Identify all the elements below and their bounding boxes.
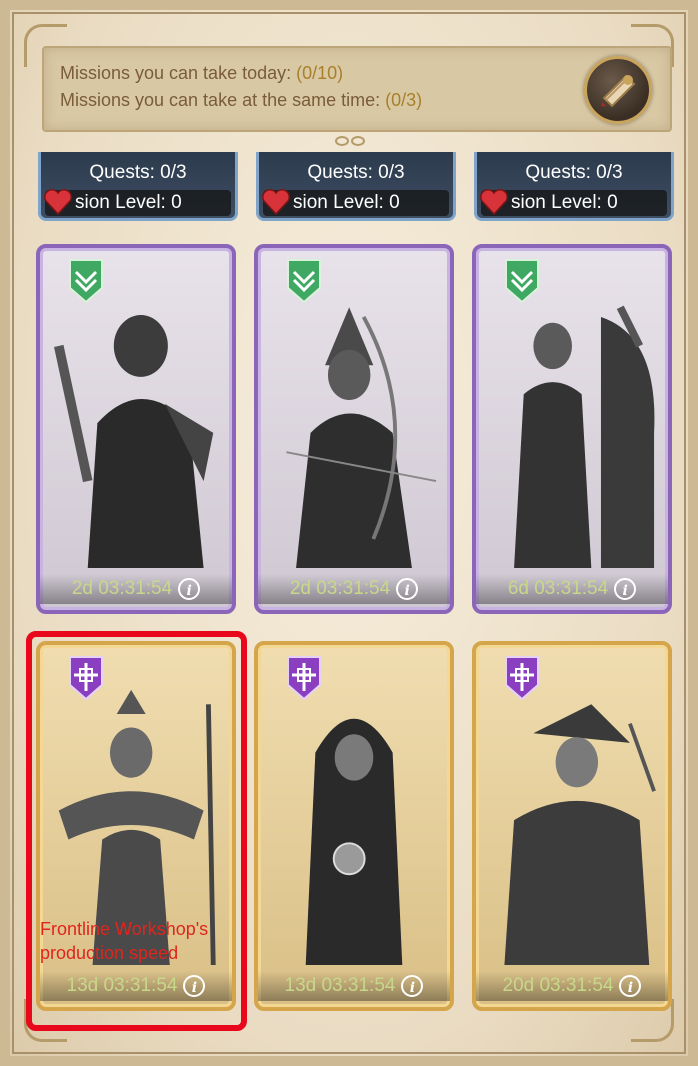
hero-card-archer[interactable]: 2d 03:31:54 i [254,244,454,614]
hero-portrait [264,685,444,965]
missions-today-count: (0/10) [296,63,344,83]
hero-card-ranger[interactable]: 20d 03:31:54 i [472,641,672,1011]
chevron-badge-icon [505,259,539,304]
missions-today-text: Missions you can take today: (0/10) [60,63,344,83]
hero-timer: 2d 03:31:54 i [258,574,450,604]
heart-icon [262,189,290,216]
hero-portrait [46,288,226,568]
chevron-badge-icon [287,259,321,304]
hero-timer: 20d 03:31:54 i [476,971,668,1001]
hero-portrait [482,288,662,568]
info-icon[interactable]: i [619,975,642,997]
chevron-badge-icon [69,259,103,304]
quests-count: Quests: 0/3 [307,162,405,183]
info-icon[interactable]: i [183,975,206,997]
scroll-icon[interactable] [584,56,652,124]
hero-timer: 13d 03:31:54 i [258,971,450,1001]
info-icon[interactable]: i [614,578,637,600]
info-icon[interactable]: i [401,975,424,997]
partial-hero-card[interactable]: Quests: 0/3 sion Level: 0 [256,152,456,221]
partial-hero-card[interactable]: Quests: 0/3 sion Level: 0 [38,152,238,221]
quests-count: Quests: 0/3 [89,162,187,183]
cross-badge-icon [69,656,103,701]
missions-same-time-text: Missions you can take at the same time: … [60,90,423,110]
hero-timer: 13d 03:31:54 i [40,971,232,1001]
buff-tooltip-text: Frontline Workshop's production speed [40,919,209,963]
cross-badge-icon [505,656,539,701]
missions-same-time-count: (0/3) [385,90,423,110]
hero-portrait [482,685,662,965]
partial-hero-card[interactable]: Quests: 0/3 sion Level: 0 [474,152,674,221]
hero-timer: 6d 03:31:54 i [476,574,668,604]
hero-card-knight[interactable]: 6d 03:31:54 i [472,244,672,614]
heart-icon [480,189,508,216]
info-icon[interactable]: i [178,578,201,600]
hero-card-warrior[interactable]: 2d 03:31:54 i [36,244,236,614]
mission-limits-panel: Missions you can take today: (0/10) Miss… [42,46,672,132]
hero-portrait [264,288,444,568]
info-icon[interactable]: i [396,578,419,600]
cross-badge-icon [287,656,321,701]
heart-icon [44,189,72,216]
hero-timer: 2d 03:31:54 i [40,574,232,604]
hero-card-sorceress[interactable]: 13d 03:31:54 i [254,641,454,1011]
divider-ornament [335,136,365,146]
quests-count: Quests: 0/3 [525,162,623,183]
